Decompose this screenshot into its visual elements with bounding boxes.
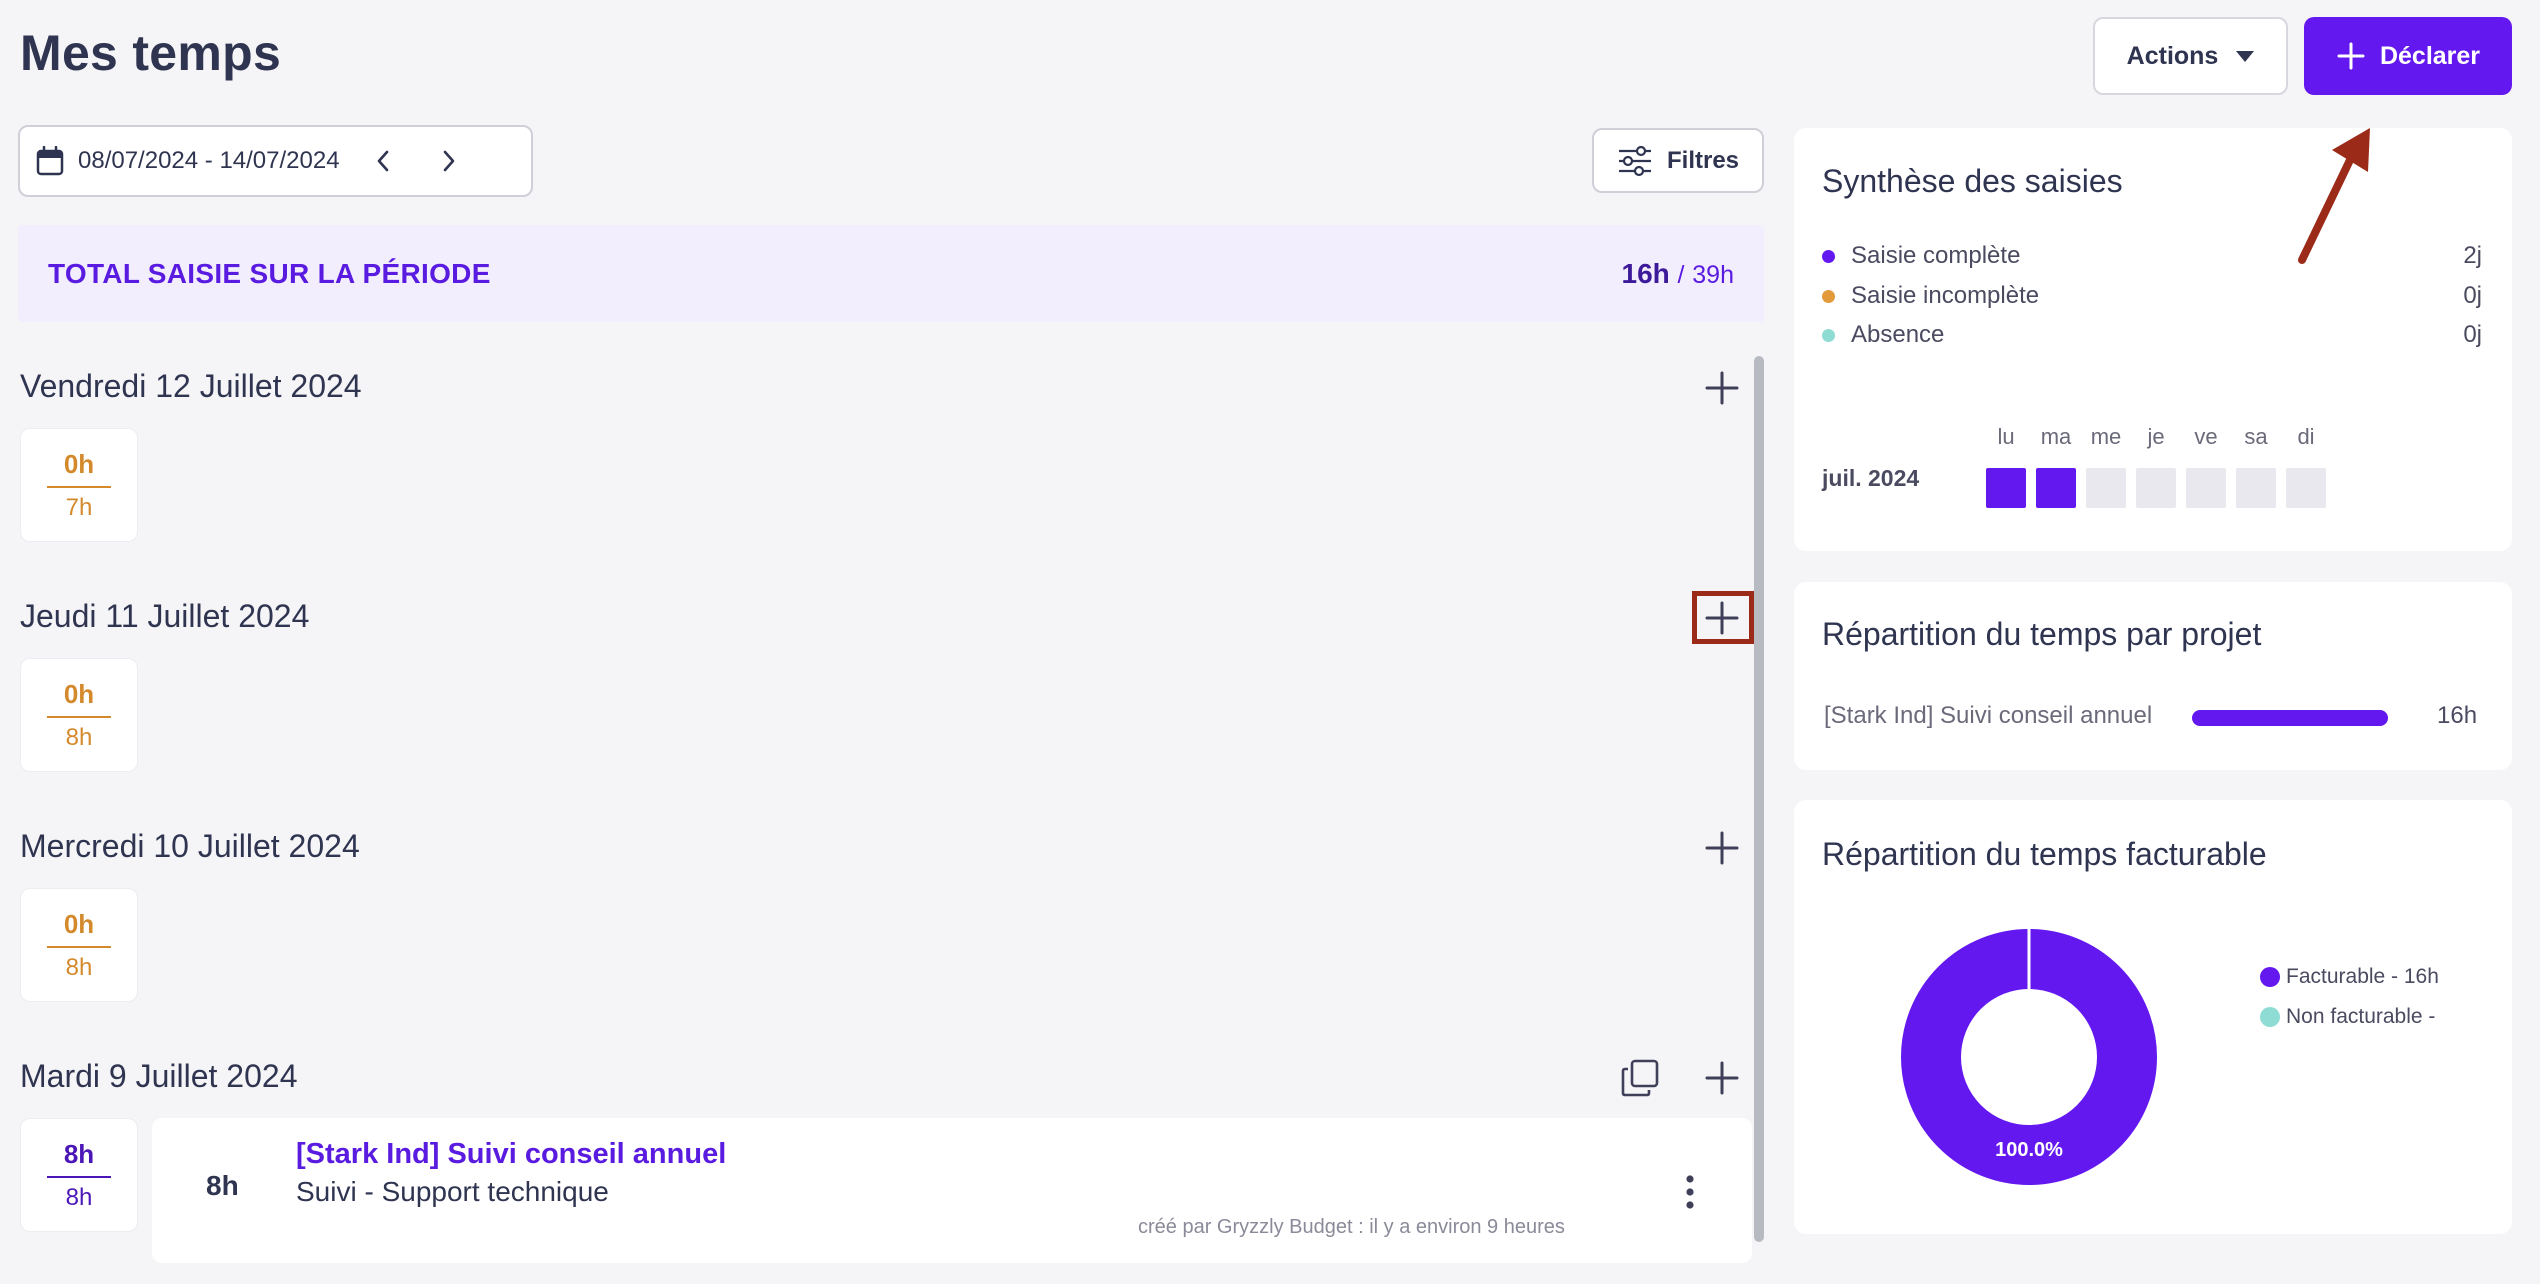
period-total-value: 16h / 39h bbox=[1622, 258, 1734, 290]
day-cell[interactable] bbox=[2186, 468, 2226, 508]
synthese-title: Synthèse des saisies bbox=[1822, 163, 2123, 199]
date-range-picker[interactable]: 08/07/2024 - 14/07/2024 bbox=[18, 125, 533, 197]
add-entry-plus-icon[interactable] bbox=[1702, 1058, 1742, 1098]
period-total-banner: TOTAL SAISIE SUR LA PÉRIODE 16h / 39h bbox=[18, 225, 1764, 322]
projet-row-name: [Stark Ind] Suivi conseil annuel bbox=[1824, 702, 2153, 729]
add-entry-plus-icon[interactable] bbox=[1702, 368, 1742, 408]
day-cell[interactable] bbox=[2136, 468, 2176, 508]
scrollbar[interactable] bbox=[1754, 356, 1764, 1242]
weekday-label: ma bbox=[2040, 424, 2072, 449]
caret-down-icon bbox=[2236, 50, 2255, 62]
weekday-label: ve bbox=[2194, 424, 2218, 449]
projet-row-bar bbox=[2192, 710, 2388, 726]
legend-label: Saisie complète bbox=[1851, 242, 2021, 269]
projet-title: Répartition du temps par projet bbox=[1822, 616, 2262, 652]
facturable-title: Répartition du temps facturable bbox=[1822, 836, 2267, 872]
donut-legend-row: Non facturable - bbox=[2260, 1005, 2435, 1029]
weekday-label: sa bbox=[2244, 424, 2268, 449]
donut-legend-row: Facturable - 16h bbox=[2260, 965, 2439, 989]
day-cell[interactable] bbox=[2086, 468, 2126, 508]
more-vertical-icon[interactable] bbox=[1684, 1174, 1696, 1210]
period-total-target: 39h bbox=[1692, 260, 1734, 289]
annotation-arrow-icon bbox=[2298, 128, 2370, 264]
legend-dot bbox=[1822, 328, 1835, 342]
facturable-donut-chart: 100.0% bbox=[1901, 929, 2157, 1185]
legend-row: Absence 0j bbox=[1822, 321, 2482, 349]
projet-row-value: 16h bbox=[2437, 702, 2478, 729]
entry-hours: 8h bbox=[206, 1170, 239, 1201]
week-cells bbox=[1986, 468, 2326, 508]
day-hours-box: 0h 8h bbox=[20, 888, 138, 1002]
day-hours-done: 0h bbox=[47, 449, 111, 488]
actions-label: Actions bbox=[2126, 41, 2219, 70]
declarer-label: Déclarer bbox=[2379, 41, 2481, 70]
weekday-label: je bbox=[2147, 424, 2165, 449]
time-entry-card[interactable]: 8h [Stark Ind] Suivi conseil annuel Suiv… bbox=[152, 1118, 1752, 1263]
day-hours-done: 0h bbox=[47, 679, 111, 718]
legend-label: Saisie incomplète bbox=[1851, 282, 2040, 309]
plus-icon bbox=[2337, 42, 2365, 70]
day-hours-target: 8h bbox=[65, 953, 93, 981]
day-hours-target: 8h bbox=[65, 723, 93, 751]
synthese-panel: Synthèse des saisies Saisie complète 2j … bbox=[1794, 128, 2512, 551]
day-hours-box: 8h 8h bbox=[20, 1118, 138, 1232]
legend-label: Non facturable - bbox=[2286, 1005, 2436, 1028]
entry-meta: créé par Gryzzly Budget : il y a environ… bbox=[1138, 1216, 1565, 1238]
weekday-header: lu ma me je ve sa di bbox=[1981, 424, 2331, 450]
day-hours-done: 8h bbox=[47, 1139, 111, 1178]
month-label: juil. 2024 bbox=[1822, 465, 1920, 491]
filters-label: Filtres bbox=[1666, 146, 1740, 174]
legend-dot bbox=[2260, 967, 2280, 987]
day-cell[interactable] bbox=[2036, 468, 2076, 508]
sliders-icon bbox=[1618, 145, 1651, 176]
weekday-label: me bbox=[2090, 424, 2122, 449]
legend-dot bbox=[1822, 289, 1835, 303]
actions-button[interactable]: Actions bbox=[2093, 17, 2288, 95]
legend-label: Facturable - 16h bbox=[2286, 965, 2439, 988]
highlight-annotation-box bbox=[1692, 591, 1754, 644]
chevron-right-icon[interactable] bbox=[440, 148, 458, 174]
period-total-separator: / bbox=[1677, 260, 1685, 289]
legend-row: Saisie complète 2j bbox=[1822, 242, 2482, 270]
day-title: Jeudi 11 Juillet 2024 bbox=[20, 598, 310, 634]
day-title: Mardi 9 Juillet 2024 bbox=[20, 1058, 298, 1094]
day-hours-target: 7h bbox=[65, 493, 93, 521]
projet-panel: Répartition du temps par projet [Stark I… bbox=[1794, 582, 2512, 770]
legend-value: 2j bbox=[2463, 242, 2482, 269]
add-entry-plus-icon[interactable] bbox=[1702, 828, 1742, 868]
entry-task: Suivi - Support technique bbox=[296, 1176, 609, 1207]
day-hours-done: 0h bbox=[47, 909, 111, 948]
entry-project: [Stark Ind] Suivi conseil annuel bbox=[296, 1138, 727, 1170]
legend-row: Saisie incomplète 0j bbox=[1822, 282, 2482, 310]
declarer-button[interactable]: Déclarer bbox=[2304, 17, 2512, 95]
day-cell[interactable] bbox=[2236, 468, 2276, 508]
day-hours-box: 0h 8h bbox=[20, 658, 138, 772]
duplicate-day-icon[interactable] bbox=[1620, 1058, 1660, 1098]
legend-value: 0j bbox=[2463, 321, 2482, 348]
weekday-label: di bbox=[2297, 424, 2315, 449]
calendar-icon bbox=[36, 146, 64, 176]
page-title: Mes temps bbox=[20, 25, 282, 81]
filters-button[interactable]: Filtres bbox=[1592, 128, 1764, 193]
day-cell[interactable] bbox=[1986, 468, 2026, 508]
legend-label: Absence bbox=[1851, 321, 1945, 348]
donut-percent-label: 100.0% bbox=[1995, 1139, 2063, 1161]
chevron-left-icon[interactable] bbox=[374, 148, 392, 174]
legend-dot bbox=[1822, 249, 1835, 263]
period-total-done: 16h bbox=[1621, 257, 1670, 289]
day-hours-box: 0h 7h bbox=[20, 428, 138, 542]
weekday-label: lu bbox=[1997, 424, 2015, 449]
legend-value: 0j bbox=[2463, 282, 2482, 309]
period-total-label: TOTAL SAISIE SUR LA PÉRIODE bbox=[48, 257, 491, 289]
legend-dot bbox=[2260, 1007, 2280, 1027]
day-title: Mercredi 10 Juillet 2024 bbox=[20, 828, 360, 864]
day-hours-target: 8h bbox=[65, 1183, 93, 1211]
facturable-panel: Répartition du temps facturable 100.0% F… bbox=[1794, 800, 2512, 1234]
day-cell[interactable] bbox=[2286, 468, 2326, 508]
day-title: Vendredi 12 Juillet 2024 bbox=[20, 368, 362, 404]
date-range-text: 08/07/2024 - 14/07/2024 bbox=[78, 147, 340, 174]
